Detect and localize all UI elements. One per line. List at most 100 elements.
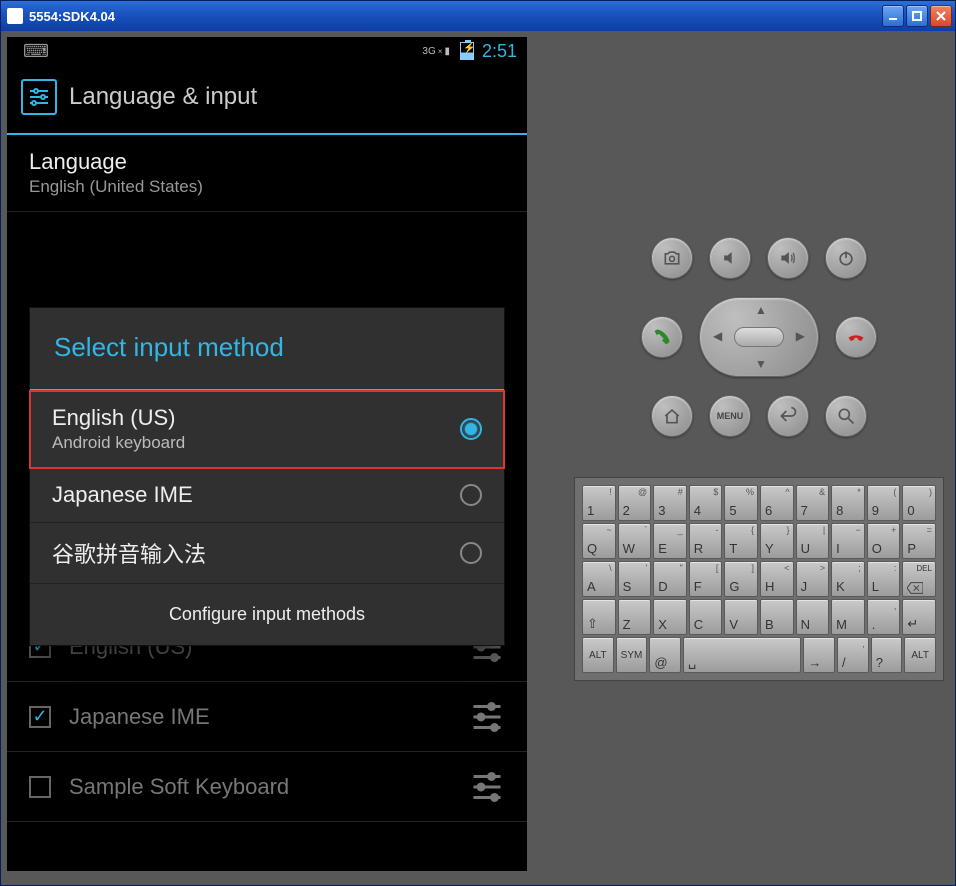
key-s[interactable]: S'	[618, 561, 652, 597]
ime-row-japanese[interactable]: Japanese IME	[7, 682, 527, 752]
key-c[interactable]: C	[689, 599, 723, 635]
language-label: Language	[29, 149, 505, 175]
checkbox-icon[interactable]	[29, 706, 51, 728]
key-p[interactable]: P=	[902, 523, 936, 559]
key-g[interactable]: G]	[724, 561, 758, 597]
key-a[interactable]: A\	[582, 561, 616, 597]
client-area: ⌨ 3G×▮ 2:51 Language & input Language	[1, 31, 955, 885]
key-⇧[interactable]: ⇧	[582, 599, 616, 635]
key-m[interactable]: M	[831, 599, 865, 635]
key-n[interactable]: N	[796, 599, 830, 635]
maximize-button[interactable]	[906, 5, 928, 27]
key-.[interactable]: .,	[867, 599, 901, 635]
key-y[interactable]: Y}	[760, 523, 794, 559]
hardware-keyboard: 1!2@3#4$5%6^7&8*9(0) Q~W`E_R-T{Y}U|I−O+P…	[574, 477, 944, 681]
key-0[interactable]: 0)	[902, 485, 936, 521]
language-row[interactable]: Language English (United States)	[7, 135, 527, 212]
battery-icon	[460, 42, 474, 60]
input-method-option[interactable]: 谷歌拼音输入法	[30, 523, 504, 584]
key-sym[interactable]: SYM	[616, 637, 648, 673]
settings-sliders-icon[interactable]	[469, 696, 505, 737]
titlebar[interactable]: 5554:SDK4.04	[1, 1, 955, 31]
status-clock: 2:51	[482, 41, 517, 62]
page-header: Language & input	[7, 65, 527, 135]
key-o[interactable]: O+	[867, 523, 901, 559]
key-6[interactable]: 6^	[760, 485, 794, 521]
key-e[interactable]: E_	[653, 523, 687, 559]
call-button[interactable]	[641, 316, 683, 358]
key-→[interactable]: →	[803, 637, 835, 673]
dpad-left[interactable]: ◀	[713, 329, 722, 343]
settings-sliders-icon	[21, 79, 57, 115]
emulator-window: 5554:SDK4.04 ⌨ 3G×▮ 2:51	[0, 0, 956, 886]
ime-row-sample[interactable]: Sample Soft Keyboard	[7, 752, 527, 822]
volume-down-button[interactable]	[709, 237, 751, 279]
key-h[interactable]: H<	[760, 561, 794, 597]
window-title: 5554:SDK4.04	[29, 9, 115, 24]
dpad: ▲ ▼ ◀ ▶	[699, 297, 819, 377]
key-7[interactable]: 7&	[796, 485, 830, 521]
back-button[interactable]	[767, 395, 809, 437]
configure-input-methods-button[interactable]: Configure input methods	[30, 584, 504, 645]
key-4[interactable]: 4$	[689, 485, 723, 521]
page-title: Language & input	[69, 83, 257, 111]
dpad-down[interactable]: ▼	[755, 357, 767, 371]
key-␣[interactable]: ␣	[683, 637, 801, 673]
radio-icon[interactable]	[460, 484, 482, 506]
device-screen: ⌨ 3G×▮ 2:51 Language & input Language	[7, 37, 527, 871]
key-1[interactable]: 1!	[582, 485, 616, 521]
key-d[interactable]: D"	[653, 561, 687, 597]
camera-button[interactable]	[651, 237, 693, 279]
key-k[interactable]: K;	[831, 561, 865, 597]
menu-button[interactable]: MENU	[709, 395, 751, 437]
key-9[interactable]: 9(	[867, 485, 901, 521]
radio-icon[interactable]	[460, 542, 482, 564]
input-method-option[interactable]: Japanese IME	[30, 468, 504, 523]
key-b[interactable]: B	[760, 599, 794, 635]
keyboard-indicator-icon: ⌨	[23, 41, 49, 62]
end-call-button[interactable]	[835, 316, 877, 358]
dialog-title: Select input method	[30, 308, 504, 391]
dpad-right[interactable]: ▶	[796, 329, 805, 343]
home-button[interactable]	[651, 395, 693, 437]
key-u[interactable]: U|	[796, 523, 830, 559]
key-t[interactable]: T{	[724, 523, 758, 559]
network-indicator: 3G×▮	[422, 46, 450, 57]
key-q[interactable]: Q~	[582, 523, 616, 559]
app-icon	[7, 8, 23, 24]
key-r[interactable]: R-	[689, 523, 723, 559]
key-alt[interactable]: ALT	[582, 637, 614, 673]
key-alt[interactable]: ALT	[904, 637, 936, 673]
minimize-button[interactable]	[882, 5, 904, 27]
key-@[interactable]: @	[649, 637, 681, 673]
power-button[interactable]	[825, 237, 867, 279]
key-v[interactable]: V	[724, 599, 758, 635]
key-/[interactable]: /,	[837, 637, 869, 673]
dialog-overlay: Select input method English (US)Android …	[7, 307, 527, 646]
checkbox-icon[interactable]	[29, 776, 51, 798]
key-5[interactable]: 5%	[724, 485, 758, 521]
key-8[interactable]: 8*	[831, 485, 865, 521]
key-?[interactable]: ?	[871, 637, 903, 673]
select-input-method-dialog: Select input method English (US)Android …	[29, 307, 505, 646]
key-w[interactable]: W`	[618, 523, 652, 559]
key-x[interactable]: X	[653, 599, 687, 635]
key-j[interactable]: J>	[796, 561, 830, 597]
search-button[interactable]	[825, 395, 867, 437]
key-z[interactable]: Z	[618, 599, 652, 635]
radio-icon[interactable]	[460, 418, 482, 440]
dpad-up[interactable]: ▲	[755, 303, 767, 317]
key-f[interactable]: F[	[689, 561, 723, 597]
dpad-center[interactable]	[734, 327, 784, 347]
key-3[interactable]: 3#	[653, 485, 687, 521]
settings-sliders-icon[interactable]	[469, 766, 505, 807]
key-2[interactable]: 2@	[618, 485, 652, 521]
key-↵[interactable]: ↵	[902, 599, 936, 635]
language-value: English (United States)	[29, 177, 505, 197]
key-del[interactable]: DEL	[902, 561, 936, 597]
key-i[interactable]: I−	[831, 523, 865, 559]
key-l[interactable]: L:	[867, 561, 901, 597]
input-method-option[interactable]: English (US)Android keyboard	[30, 391, 504, 468]
volume-up-button[interactable]	[767, 237, 809, 279]
close-button[interactable]	[930, 5, 952, 27]
